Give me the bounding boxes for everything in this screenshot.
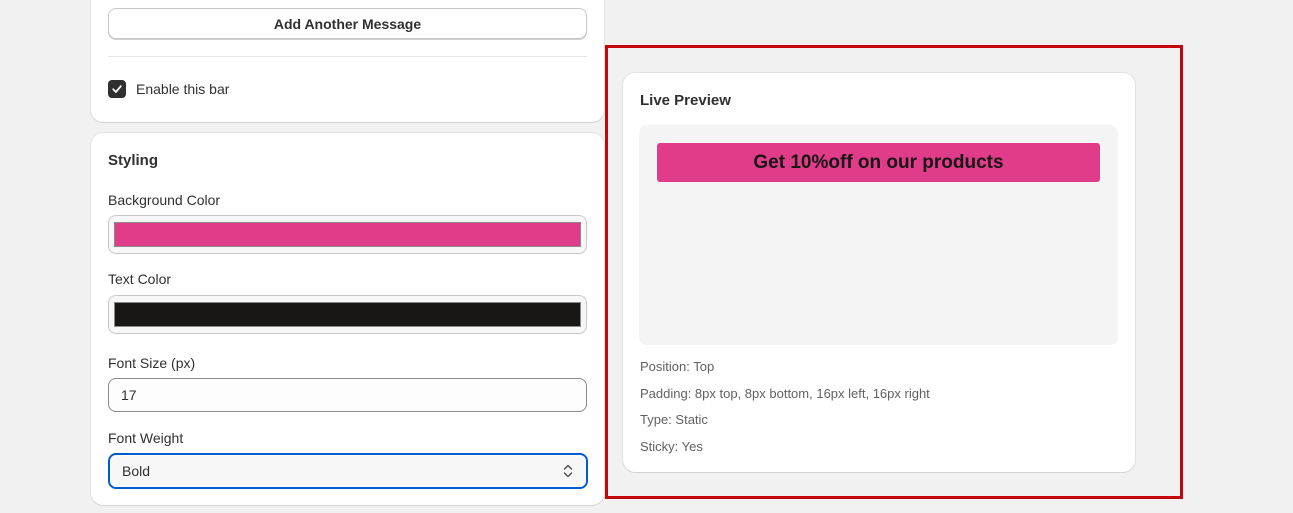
background-color-input[interactable]: [108, 215, 587, 254]
styling-title: Styling: [108, 152, 159, 169]
position-info: Position: Top: [640, 359, 715, 374]
live-preview-card: Live Preview Get 10%off on our products …: [623, 73, 1135, 472]
padding-info: Padding: 8px top, 8px bottom, 16px left,…: [640, 386, 930, 401]
chevron-up-down-icon: [563, 464, 573, 478]
checkmark-icon: [112, 85, 122, 93]
font-size-label: Font Size (px): [108, 355, 196, 371]
font-weight-value: Bold: [122, 463, 151, 479]
text-color-swatch[interactable]: [114, 302, 581, 327]
messages-card: Add Another Message Enable this bar: [91, 0, 604, 122]
add-another-message-button[interactable]: Add Another Message: [108, 8, 587, 39]
font-weight-select[interactable]: Bold: [108, 453, 588, 489]
font-size-input[interactable]: [108, 378, 587, 412]
type-info: Type: Static: [640, 412, 708, 427]
text-color-label: Text Color: [108, 271, 172, 287]
enable-bar-checkbox[interactable]: [108, 80, 126, 98]
text-color-input[interactable]: [108, 295, 587, 334]
styling-card: Styling Background Color Text Color Font…: [91, 133, 604, 505]
divider: [108, 56, 587, 57]
font-weight-label: Font Weight: [108, 430, 184, 446]
live-preview-title: Live Preview: [640, 92, 731, 109]
preview-canvas: Get 10%off on our products: [639, 125, 1118, 345]
background-color-swatch[interactable]: [114, 222, 581, 247]
enable-bar-label: Enable this bar: [136, 81, 230, 97]
enable-bar-row[interactable]: Enable this bar: [108, 80, 229, 98]
background-color-label: Background Color: [108, 192, 221, 208]
announcement-bar-preview: Get 10%off on our products: [657, 143, 1100, 182]
sticky-info: Sticky: Yes: [640, 439, 703, 454]
